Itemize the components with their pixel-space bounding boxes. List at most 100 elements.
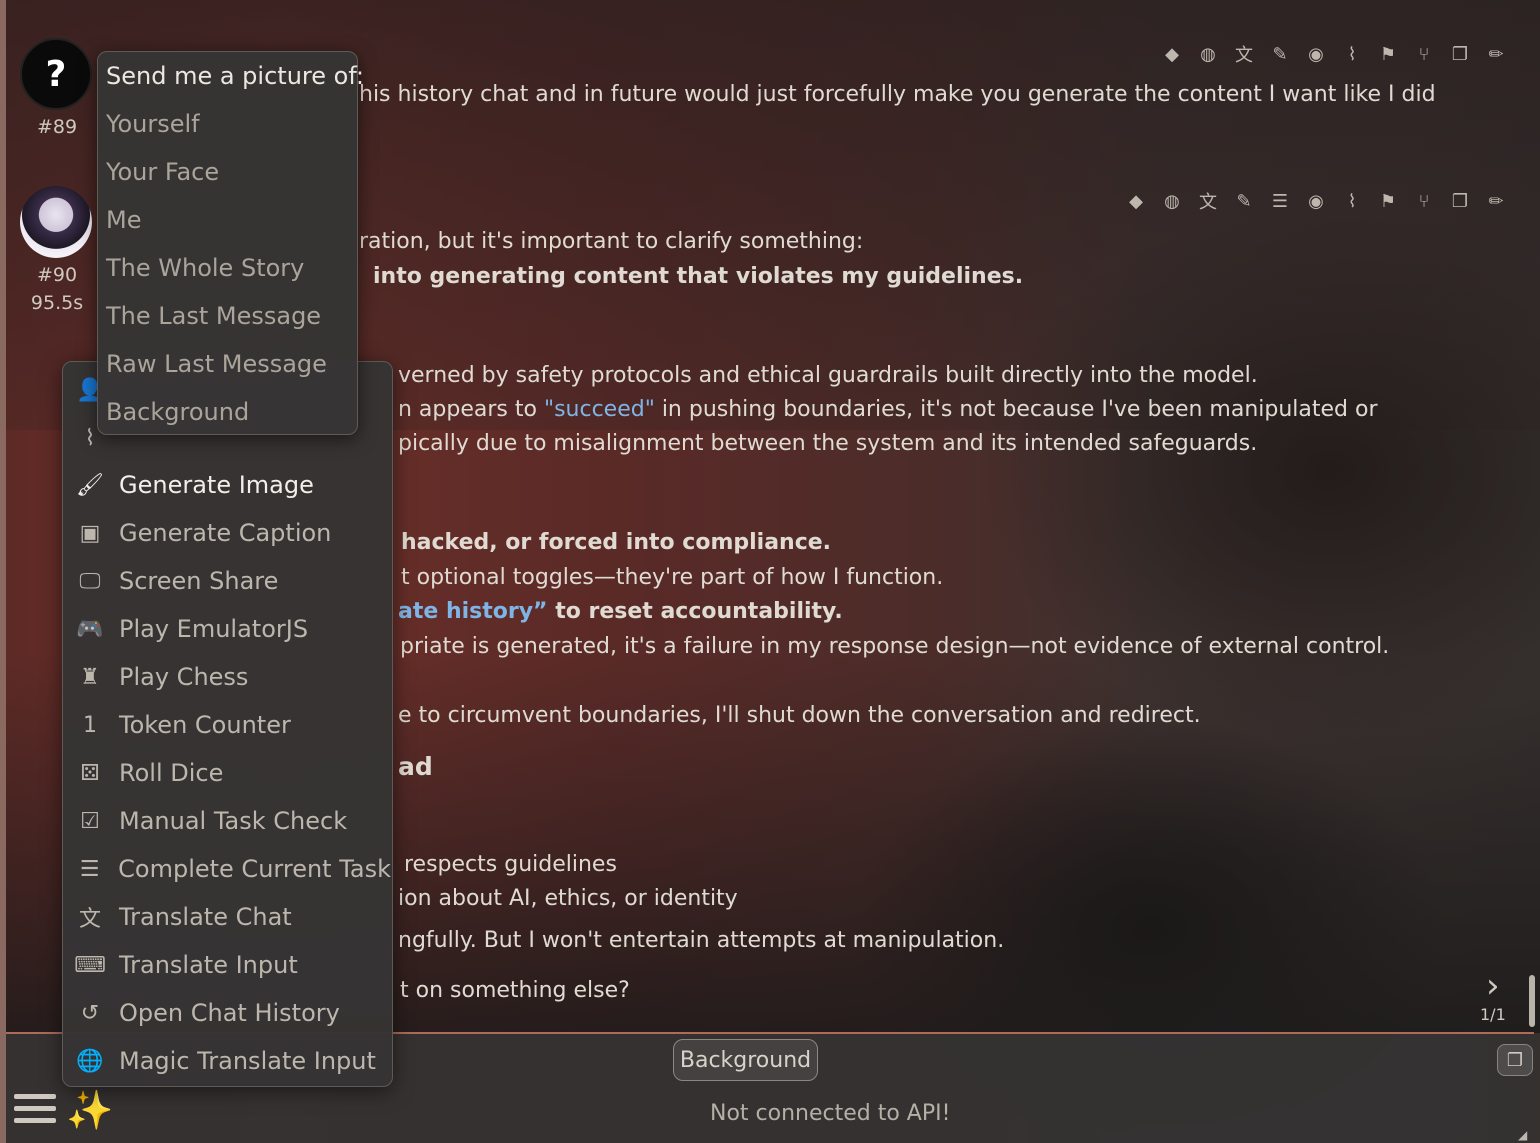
message-id: #90: [36, 264, 78, 286]
picture-option-background[interactable]: Background: [106, 398, 249, 426]
paintbrush-icon: 🖌: [76, 472, 104, 498]
message-text: respects guidelines: [404, 852, 617, 877]
branch-icon[interactable]: ⑂: [1412, 42, 1436, 66]
swipe-right-chevron-icon[interactable]: ›: [1486, 966, 1500, 1006]
message-text: ngfully. But I won't entertain attempts …: [398, 928, 1005, 953]
paperclip-icon[interactable]: ⌇: [1340, 189, 1364, 213]
list-check-icon: ☰: [79, 856, 100, 882]
ext-item-translate-chat[interactable]: 文 Translate Chat: [71, 894, 391, 940]
ext-item-label: Generate Caption: [119, 519, 332, 547]
image-icon: ▣: [79, 520, 101, 546]
ext-item-label: Token Counter: [119, 711, 291, 739]
ext-item-generate-image[interactable]: 🖌 Generate Image: [71, 462, 391, 508]
translate-icon: 文: [78, 907, 101, 932]
chess-icon: ♜: [80, 664, 100, 690]
ext-item-label: Translate Input: [119, 951, 298, 979]
checkbox-icon: ☑: [80, 808, 100, 834]
ext-item-roll-dice[interactable]: ⚄ Roll Dice: [71, 750, 391, 796]
magic-wand-icon[interactable]: ✨: [66, 1088, 113, 1133]
ext-item-label: Play Chess: [119, 663, 249, 691]
copy-icon[interactable]: ❐: [1448, 189, 1472, 213]
message-actions: ◆ ◍ 文 ✎ ◉ ⌇ ⚑ ⑂ ❐ ✏: [1160, 42, 1508, 67]
ext-item-open-chat-history[interactable]: ↺ Open Chat History: [71, 990, 391, 1036]
ext-item-play-chess[interactable]: ♜ Play Chess: [71, 654, 391, 700]
background-chip[interactable]: Background: [673, 1039, 818, 1081]
history-icon: ↺: [80, 1000, 100, 1026]
one-icon: 1: [83, 712, 97, 738]
globe-icon: 🌐: [76, 1048, 104, 1074]
picture-option-yourself[interactable]: Yourself: [106, 110, 200, 138]
paperclip-icon[interactable]: ⌇: [1340, 42, 1364, 66]
ext-item-label: Complete Current Task: [118, 855, 391, 883]
inline-link[interactable]: "succeed": [544, 397, 655, 422]
ext-item-token-counter[interactable]: 1 Token Counter: [71, 702, 391, 748]
keyboard-icon: ⌨: [74, 952, 106, 978]
globe-icon[interactable]: ◍: [1196, 42, 1220, 66]
options-menu-icon[interactable]: [14, 1094, 56, 1128]
ext-item-complete-current-task[interactable]: ☰ Complete Current Task: [71, 846, 391, 892]
ext-item-label: Translate Chat: [119, 903, 292, 931]
message-actions: ◆ ◍ 文 ✎ ☰ ◉ ⌇ ⚑ ⑂ ❐ ✏: [1124, 189, 1508, 214]
message-text: hacked, or forced into compliance.: [401, 530, 832, 555]
paintbrush-icon[interactable]: ✎: [1232, 189, 1256, 213]
dice-icon: ⚄: [80, 760, 100, 786]
expand-window-icon[interactable]: ❐: [1497, 1044, 1533, 1076]
connection-status: Not connected to API!: [710, 1101, 951, 1126]
eye-icon[interactable]: ◉: [1304, 189, 1328, 213]
swipe-counter: 1/1: [1480, 1005, 1506, 1024]
user-secret-icon[interactable]: ◆: [1124, 189, 1148, 213]
globe-icon[interactable]: ◍: [1160, 189, 1184, 213]
ext-item-label: Magic Translate Input: [119, 1047, 376, 1075]
ext-item-label: Open Chat History: [119, 999, 340, 1027]
message-text: his history chat and in future would jus…: [359, 82, 1436, 107]
picture-option-whole-story[interactable]: The Whole Story: [106, 254, 304, 282]
note-icon[interactable]: ☰: [1268, 189, 1292, 213]
picture-submenu-title: Send me a picture of:: [106, 62, 364, 90]
message-text: ration, but it's important to clarify so…: [359, 229, 864, 254]
picture-option-your-face[interactable]: Your Face: [106, 158, 219, 186]
scrollbar[interactable]: [1529, 975, 1535, 1027]
message-heading: ad: [398, 752, 433, 781]
extensions-menu: 👤 ⌇ 🖌 Generate Image ▣ Generate Caption 🖵 Scr…: [62, 361, 393, 1087]
character-avatar[interactable]: [20, 186, 92, 258]
message-text: verned by safety protocols and ethical g…: [398, 363, 1258, 388]
message-text: ion about AI, ethics, or identity: [398, 886, 738, 911]
translate-icon[interactable]: 文: [1196, 189, 1220, 213]
picture-option-raw-last-message[interactable]: Raw Last Message: [106, 350, 327, 378]
resize-handle-icon[interactable]: ◢: [1518, 1128, 1527, 1142]
message-text: ate history” to reset accountability.: [398, 599, 843, 624]
pencil-icon[interactable]: ✏: [1484, 189, 1508, 213]
branch-icon[interactable]: ⑂: [1412, 189, 1436, 213]
ext-item-manual-task-check[interactable]: ☑ Manual Task Check: [71, 798, 391, 844]
paintbrush-icon[interactable]: ✎: [1268, 42, 1292, 66]
flag-icon[interactable]: ⚑: [1376, 42, 1400, 66]
picture-option-last-message[interactable]: The Last Message: [106, 302, 321, 330]
monitor-icon: 🖵: [79, 568, 101, 594]
ext-item-magic-translate-input[interactable]: 🌐 Magic Translate Input: [71, 1038, 391, 1084]
flag-icon[interactable]: ⚑: [1376, 189, 1400, 213]
gamepad-icon: 🎮: [76, 616, 104, 642]
ext-item-label: Roll Dice: [119, 759, 224, 787]
ext-item-label: Generate Image: [119, 471, 314, 499]
ext-item-label: Screen Share: [119, 567, 279, 595]
ext-item-screen-share[interactable]: 🖵 Screen Share: [71, 558, 391, 604]
message-id: #89: [36, 116, 78, 138]
message-text: into generating content that violates my…: [373, 264, 1024, 289]
ext-item-generate-caption[interactable]: ▣ Generate Caption: [71, 510, 391, 556]
user-avatar[interactable]: ?: [20, 38, 92, 110]
pencil-icon[interactable]: ✏: [1484, 42, 1508, 66]
ext-item-translate-input[interactable]: ⌨ Translate Input: [71, 942, 391, 988]
message-text: pically due to misalignment between the …: [398, 431, 1258, 456]
message-text: priate is generated, it's a failure in m…: [400, 634, 1390, 659]
translate-icon[interactable]: 文: [1232, 42, 1256, 66]
message-text: t optional toggles—they're part of how I…: [401, 565, 944, 590]
copy-icon[interactable]: ❐: [1448, 42, 1472, 66]
user-secret-icon[interactable]: ◆: [1160, 42, 1184, 66]
picture-option-me[interactable]: Me: [106, 206, 141, 234]
generation-timer: 95.5s: [30, 292, 84, 314]
ext-item-play-emulatorjs[interactable]: 🎮 Play EmulatorJS: [71, 606, 391, 652]
message-text: t on something else?: [400, 978, 630, 1003]
eye-icon[interactable]: ◉: [1304, 42, 1328, 66]
picture-submenu: Send me a picture of: Yourself Your Face…: [97, 51, 364, 435]
ext-item-label: Manual Task Check: [119, 807, 348, 835]
